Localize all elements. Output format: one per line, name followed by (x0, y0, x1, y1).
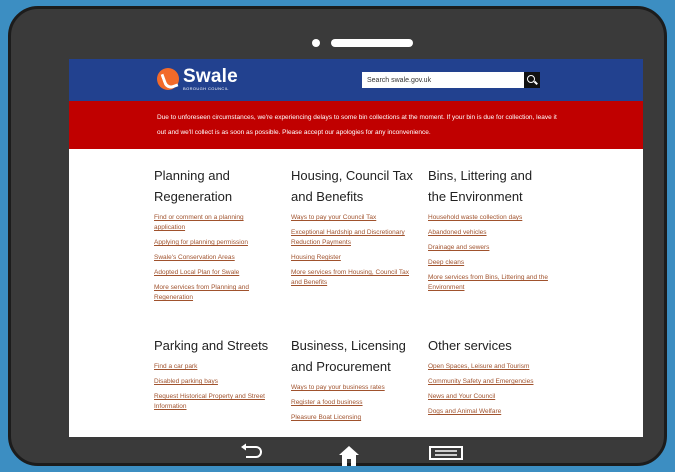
service-section: Business, Licensing and Procurement Ways … (291, 335, 413, 428)
service-link[interactable]: Household waste collection days (428, 213, 550, 223)
recent-apps-icon[interactable] (429, 446, 463, 460)
service-link[interactable]: Ways to pay your business rates (291, 383, 413, 393)
service-link[interactable]: Applying for planning permission (154, 238, 276, 248)
service-link[interactable]: Open Spaces, Leisure and Tourism (428, 362, 550, 372)
search-button[interactable] (524, 72, 540, 88)
service-link[interactable]: Disabled parking bays (154, 377, 276, 387)
camera-dot (312, 39, 320, 47)
section-title: Other services (428, 338, 512, 353)
search-bar: Search swale.gov.uk (362, 72, 540, 88)
section-title: Planning and Regeneration (154, 168, 233, 204)
tablet-frame: Swale BOROUGH COUNCIL Search swale.gov.u… (8, 6, 667, 466)
service-link[interactable]: Abandoned vehicles (428, 228, 550, 238)
service-link[interactable]: More services from Bins, Littering and t… (428, 273, 550, 293)
logo-text: Swale BOROUGH COUNCIL (183, 67, 238, 91)
service-link[interactable]: Swale's Conservation Areas (154, 253, 276, 263)
service-link[interactable]: Deep cleans (428, 258, 550, 268)
screen: Swale BOROUGH COUNCIL Search swale.gov.u… (69, 59, 643, 437)
section-title: Business, Licensing and Procurement (291, 338, 406, 374)
speaker-grille (331, 39, 413, 47)
service-link[interactable]: Pleasure Boat Licensing (291, 413, 413, 423)
service-link[interactable]: Find or comment on a planning applicatio… (154, 213, 276, 233)
service-link[interactable]: Dogs and Animal Welfare (428, 407, 550, 417)
service-link[interactable]: Ways to pay your Council Tax (291, 213, 413, 223)
search-input[interactable]: Search swale.gov.uk (362, 77, 524, 84)
logo-name: Swale (183, 66, 238, 87)
alert-banner: Due to unforeseen circumstances, we're e… (69, 101, 643, 149)
service-link[interactable]: Adopted Local Plan for Swale (154, 268, 276, 278)
service-link[interactable]: Register a food business (291, 398, 413, 408)
section-title: Housing, Council Tax and Benefits (291, 168, 413, 204)
service-section: Housing, Council Tax and Benefits Ways to… (291, 165, 413, 293)
service-link[interactable]: Request Historical Property and Street I… (154, 392, 276, 412)
service-section: Bins, Littering and the Environment House… (428, 165, 550, 298)
service-section: Other services Open Spaces, Leisure and T… (428, 335, 550, 422)
logo-mark-icon (157, 68, 179, 90)
swale-logo[interactable]: Swale BOROUGH COUNCIL (157, 67, 238, 91)
service-link[interactable]: Drainage and sewers (428, 243, 550, 253)
service-section: Parking and Streets Find a car park Disabl… (154, 335, 276, 417)
home-icon[interactable] (338, 445, 360, 467)
service-link[interactable]: Community Safety and Emergencies (428, 377, 550, 387)
section-title: Parking and Streets (154, 338, 269, 353)
service-link[interactable]: More services from Housing, Council Tax … (291, 268, 413, 288)
logo-sub: BOROUGH COUNCIL (183, 86, 229, 91)
service-link[interactable]: News and Your Council (428, 392, 550, 402)
service-link[interactable]: Find a car park (154, 362, 276, 372)
alert-text: Due to unforeseen circumstances, we're e… (157, 114, 557, 136)
site-header: Swale BOROUGH COUNCIL Search swale.gov.u… (69, 59, 643, 101)
section-title: Bins, Littering and the Environment (428, 168, 533, 204)
back-arrow-icon[interactable] (240, 443, 264, 461)
service-link[interactable]: Exceptional Hardship and Discretionary R… (291, 228, 413, 248)
service-link[interactable]: More services from Planning and Regenera… (154, 283, 276, 303)
service-section: Planning and Regeneration Find or comment… (154, 165, 276, 308)
service-link[interactable]: Housing Register (291, 253, 413, 263)
